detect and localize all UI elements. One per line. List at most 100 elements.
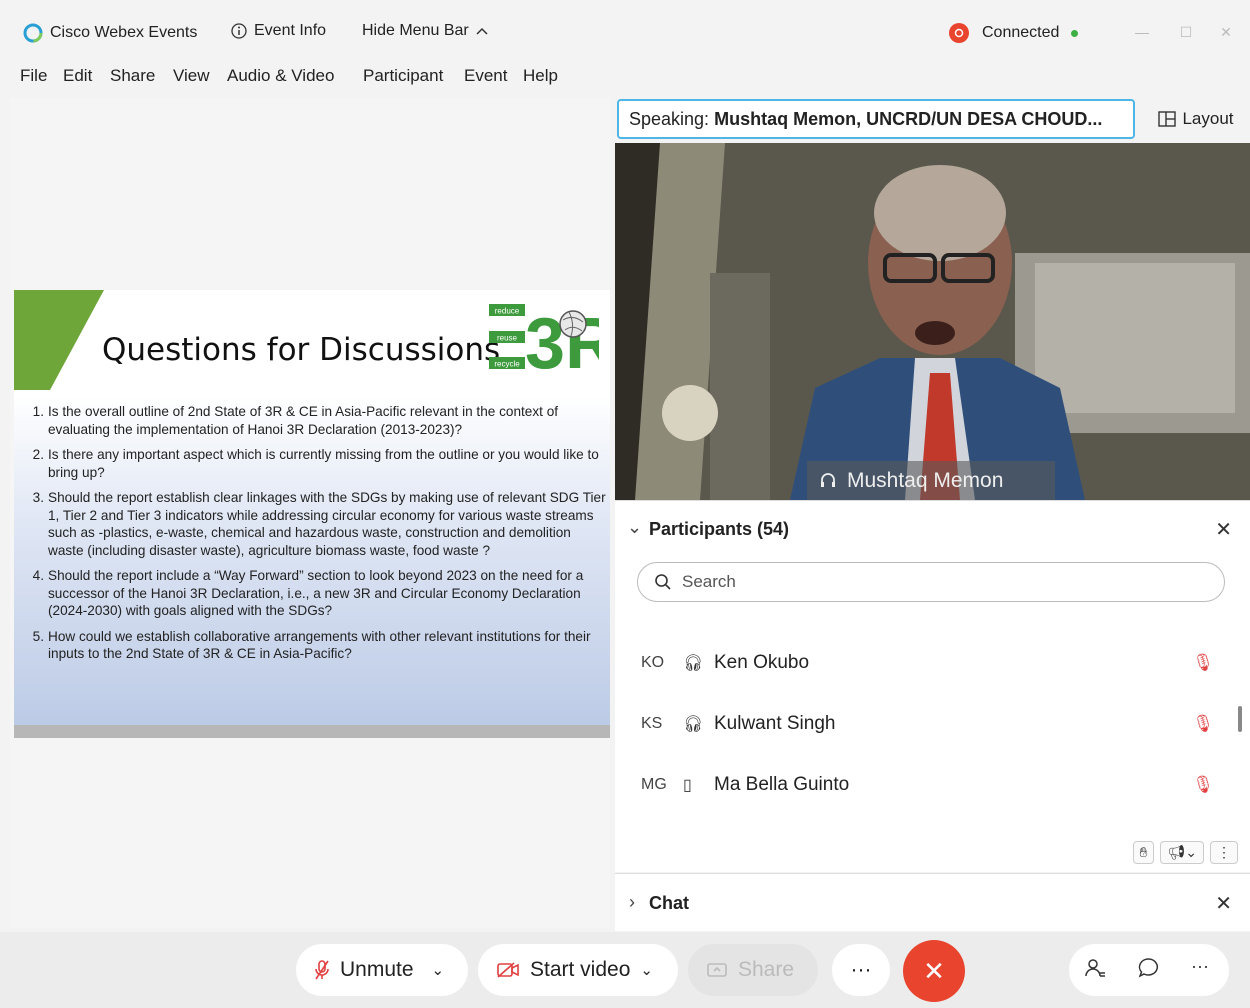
participant-tools: ✋︎ 📢︎⌄ ⋮	[1132, 841, 1238, 864]
info-icon	[231, 23, 247, 39]
close-participants-icon[interactable]: ✕	[1215, 517, 1232, 542]
chevron-right-icon[interactable]: ›	[629, 892, 635, 913]
question-item: 5. How could we establish collaborative a…	[22, 628, 610, 663]
raise-hand-icon[interactable]: ✋︎	[1132, 841, 1155, 864]
chevron-down-icon[interactable]: ⌄	[640, 961, 653, 979]
menu-event[interactable]: Event	[464, 66, 507, 86]
participants-title: Participants (54)	[649, 519, 790, 539]
share-icon	[707, 963, 727, 977]
question-text: Is the overall outline of 2nd State of 3…	[48, 404, 559, 437]
video-frame	[615, 143, 1250, 500]
connected-dot-icon	[1071, 29, 1079, 37]
webex-logo-icon	[23, 23, 43, 43]
chevron-up-icon	[476, 27, 488, 35]
question-text: How could we establish collaborative arr…	[48, 628, 591, 662]
chat-panel[interactable]: › Chat ✕	[615, 873, 1250, 931]
share-button[interactable]: Share	[688, 944, 818, 996]
start-video-label: Start video	[530, 958, 631, 981]
close-window-button[interactable]: ✕	[1216, 22, 1236, 42]
start-video-button[interactable]: Start video ⌄	[478, 944, 678, 996]
video-name-label: Mushtaq Memon	[847, 469, 1004, 492]
logo-3r-text: 3R	[525, 304, 599, 370]
speaker-video[interactable]: Mushtaq Memon	[615, 143, 1250, 500]
layout-button[interactable]: Layout	[1148, 101, 1244, 137]
event-info-label: Event Info	[254, 22, 327, 39]
meeting-controls: Unmute ⌄ Start video ⌄ Share ··· ✕ ···	[0, 932, 1250, 1008]
muted-mic-icon[interactable]: 🎙︎	[1192, 714, 1214, 734]
layout-label: Layout	[1182, 109, 1234, 128]
shared-slide: Questions for Discussions reduce reuse r…	[14, 290, 610, 738]
muted-mic-icon[interactable]: 🎙︎	[1192, 653, 1214, 673]
question-number: 3.	[32, 490, 44, 505]
menu-share[interactable]: Share	[110, 66, 155, 86]
participant-search-input[interactable]: Search	[637, 562, 1225, 602]
question-text: Should the report establish clear linkag…	[48, 490, 606, 558]
hide-menu-bar-label: Hide Menu Bar	[362, 22, 469, 39]
question-item: 2. Is there any important aspect which is…	[22, 446, 610, 481]
chevron-down-icon[interactable]: ⌄	[432, 961, 445, 979]
close-icon: ✕	[923, 955, 945, 986]
close-chat-icon[interactable]: ✕	[1215, 891, 1232, 916]
record-icon	[949, 23, 969, 43]
leave-meeting-button[interactable]: ✕	[903, 940, 965, 1002]
headset-icon	[821, 473, 835, 487]
participants-panel: ⌄ Participants (54) ✕ Search KO 🎧︎ Ken O…	[615, 500, 1250, 872]
participant-name: Ma Bella Guinto	[714, 774, 850, 795]
more-options-button[interactable]: ···	[832, 944, 890, 996]
share-label: Share	[738, 958, 795, 981]
announce-icon[interactable]: 📢︎⌄	[1160, 841, 1204, 864]
chevron-down-icon[interactable]: ⌄	[627, 517, 642, 538]
participant-initials: KO	[641, 654, 665, 671]
participant-name: Ken Okubo	[714, 652, 810, 673]
participant-initials: MG	[641, 776, 667, 793]
slide-green-accent	[14, 290, 104, 390]
menu-participant[interactable]: Participant	[363, 66, 443, 86]
menu-file[interactable]: File	[20, 66, 47, 86]
chat-title: Chat	[649, 893, 689, 913]
more-options-icon[interactable]: ⋮	[1210, 841, 1238, 864]
speaking-label: Speaking:	[629, 109, 710, 129]
participants-scrollbar[interactable]	[1238, 706, 1242, 732]
phone-icon: ▯	[683, 777, 692, 794]
menu-view[interactable]: View	[173, 66, 210, 86]
question-number: 5.	[32, 628, 44, 644]
menu-edit[interactable]: Edit	[63, 66, 92, 86]
muted-mic-icon[interactable]: 🎙︎	[1192, 775, 1214, 795]
questions-list: 1. Is the overall outline of 2nd State of…	[22, 403, 610, 671]
question-number: 1.	[32, 404, 44, 419]
logo-reduce: reduce	[495, 307, 520, 316]
3r-logo-icon: reduce reuse recycle 3R	[489, 304, 599, 370]
participant-row[interactable]: KS 🎧︎ Kulwant Singh 🎙︎	[615, 704, 1250, 744]
minimize-button[interactable]: —	[1132, 22, 1152, 42]
video-name-tag: Mushtaq Memon	[807, 461, 1055, 500]
participant-row[interactable]: MG ▯ Ma Bella Guinto 🎙︎	[615, 765, 1250, 805]
panel-toggles: ···	[1069, 944, 1229, 996]
question-item: 4. Should the report include a “Way Forwa…	[22, 567, 610, 620]
search-placeholder: Search	[682, 572, 736, 591]
event-info-button[interactable]: Event Info	[230, 22, 326, 40]
participant-initials: KS	[641, 715, 663, 732]
logo-reuse: reuse	[497, 334, 518, 343]
more-panels-icon[interactable]: ···	[1191, 956, 1209, 977]
logo-recycle: recycle	[494, 360, 520, 369]
app-name: Cisco Webex Events	[50, 24, 198, 41]
hide-menu-bar-button[interactable]: Hide Menu Bar	[362, 22, 489, 40]
menu-help[interactable]: Help	[523, 66, 558, 86]
question-item: 3. Should the report establish clear link…	[22, 489, 610, 559]
menu-audio-video[interactable]: Audio & Video	[227, 66, 334, 86]
chat-toggle-icon[interactable]	[1137, 956, 1161, 986]
question-item: 1. Is the overall outline of 2nd State of…	[22, 403, 610, 438]
unmute-button[interactable]: Unmute ⌄	[296, 944, 468, 996]
participant-name: Kulwant Singh	[714, 713, 836, 734]
question-text: Is there any important aspect which is c…	[48, 447, 599, 480]
maximize-button[interactable]: ☐	[1176, 22, 1196, 42]
headset-icon: 🎧︎	[683, 716, 704, 733]
participants-header[interactable]: ⌄ Participants (54) ✕	[615, 517, 1250, 545]
question-text: Should the report include a “Way Forward…	[48, 568, 584, 618]
search-icon	[655, 574, 671, 590]
participants-toggle-icon[interactable]	[1083, 956, 1107, 986]
participant-row[interactable]: KO 🎧︎ Ken Okubo 🎙︎	[615, 643, 1250, 683]
connected-label: Connected	[982, 24, 1060, 41]
connection-status[interactable]: Connected	[948, 22, 1079, 44]
layout-icon	[1158, 111, 1177, 127]
